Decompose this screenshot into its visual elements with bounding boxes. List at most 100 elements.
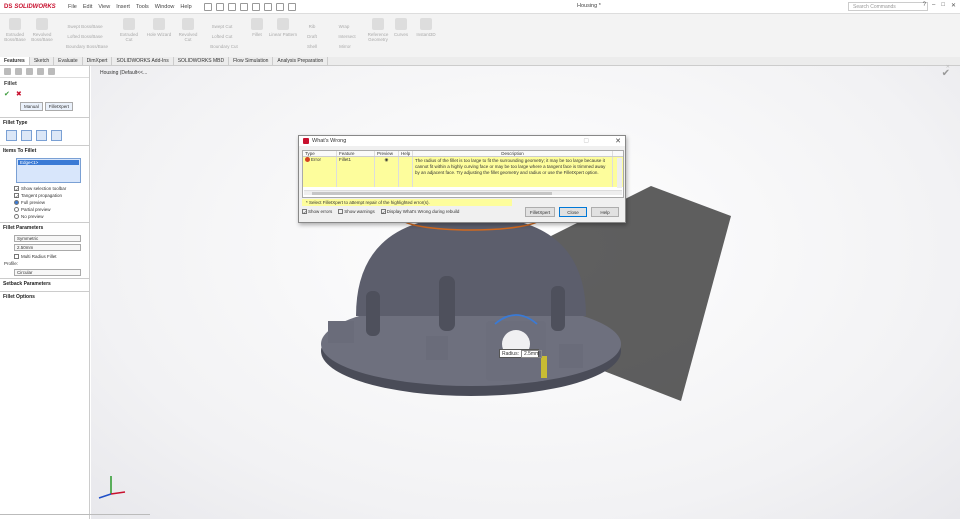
fillet-options-header[interactable]: Fillet Options <box>0 291 89 302</box>
partial-preview-radio[interactable]: Partial preview <box>0 206 89 213</box>
filletxpert-button[interactable]: FilletXpert <box>525 207 555 217</box>
search-commands-input[interactable]: Search Commands <box>848 2 928 11</box>
options-icon[interactable] <box>287 2 296 11</box>
display-manager-icon[interactable] <box>48 68 55 75</box>
print-icon[interactable] <box>239 2 248 11</box>
select-icon[interactable] <box>263 2 272 11</box>
extruded-boss-button[interactable]: Extruded Boss/Base <box>4 18 26 42</box>
tab-features[interactable]: Features <box>0 57 30 65</box>
full-preview-radio[interactable]: Full preview <box>0 199 89 206</box>
setback-parameters-header[interactable]: Setback Parameters <box>0 278 89 289</box>
instant3d-button[interactable]: Instant3D <box>414 18 438 37</box>
rebuild-icon[interactable] <box>275 2 284 11</box>
rib-button[interactable]: Rib <box>304 24 320 29</box>
tab-manual[interactable]: Manual <box>20 102 43 111</box>
full-round-fillet-icon[interactable] <box>51 130 62 141</box>
tangent-propagation-checkbox[interactable]: ✓ Tangent propagation <box>0 192 89 199</box>
profile-select[interactable]: Circular <box>14 269 81 276</box>
help-icon[interactable]: ? <box>923 2 926 9</box>
curves-button[interactable]: Curves <box>392 18 410 37</box>
swept-boss-button[interactable]: Swept Boss/Base <box>60 24 110 29</box>
graphics-area[interactable] <box>91 66 960 519</box>
tab-evaluate[interactable]: Evaluate <box>54 57 83 65</box>
dialog-close-icon[interactable]: ✕ <box>615 137 621 145</box>
linear-pattern-button[interactable]: Linear Pattern <box>266 18 300 37</box>
lofted-boss-button[interactable]: Lofted Boss/Base <box>60 34 110 39</box>
housing-model[interactable] <box>91 66 960 519</box>
tab-flow-simulation[interactable]: Flow Simulation <box>229 57 274 65</box>
tab-analysis-preparation[interactable]: Analysis Preparation <box>273 57 329 65</box>
radius-callout-value[interactable]: 2.5mm <box>520 350 543 358</box>
wrap-button[interactable]: Wrap <box>334 24 354 29</box>
lofted-cut-button[interactable]: Lofted Cut <box>204 34 240 39</box>
revolved-boss-button[interactable]: Revolved Boss/Base <box>30 18 54 42</box>
fillet-type-header[interactable]: Fillet Type <box>0 117 89 128</box>
list-item[interactable]: Edge<1> <box>18 160 79 165</box>
tab-mbd[interactable]: SOLIDWORKS MBD <box>174 57 230 65</box>
column-feature[interactable]: Feature <box>337 151 375 156</box>
intersect-button[interactable]: Intersect <box>334 34 360 39</box>
ok-icon[interactable]: ✔ <box>4 91 10 98</box>
boundary-boss-button[interactable]: Boundary Boss/Base <box>60 44 114 49</box>
menu-file[interactable]: File <box>68 4 77 10</box>
column-help[interactable]: Help <box>399 151 413 156</box>
menu-tools[interactable]: Tools <box>136 4 149 10</box>
menu-view[interactable]: View <box>98 4 110 10</box>
reference-geometry-button[interactable]: Reference Geometry <box>364 18 392 42</box>
show-errors-checkbox[interactable]: ✓Show errors <box>302 209 332 215</box>
radius-input[interactable]: 2.50mm <box>14 244 81 251</box>
face-fillet-icon[interactable] <box>36 130 47 141</box>
property-manager-icon[interactable] <box>15 68 22 75</box>
display-on-rebuild-checkbox[interactable]: ✓Display What's Wrong during rebuild <box>380 209 459 215</box>
tab-addins[interactable]: SOLIDWORKS Add-Ins <box>112 57 174 65</box>
variable-fillet-icon[interactable] <box>21 130 32 141</box>
revolved-cut-button[interactable]: Revolved Cut <box>176 18 200 42</box>
menu-window[interactable]: Window <box>155 4 175 10</box>
horizontal-scrollbar[interactable] <box>304 190 622 195</box>
confirmation-corner-ok-icon[interactable]: ✔ <box>942 68 950 79</box>
menu-edit[interactable]: Edit <box>83 4 92 10</box>
save-icon[interactable] <box>227 2 236 11</box>
new-icon[interactable] <box>203 2 212 11</box>
fillet-parameters-header[interactable]: Fillet Parameters <box>0 222 89 233</box>
feature-tree-flyout[interactable]: Housing (Default<<... <box>100 70 147 76</box>
close-icon[interactable]: ✕ <box>951 2 956 9</box>
show-toolbar-checkbox[interactable]: ✓ Show selection toolbar <box>0 185 89 192</box>
feature-tree-icon[interactable] <box>4 68 11 75</box>
scrollbar-thumb[interactable] <box>312 192 552 195</box>
vertical-scrollbar[interactable] <box>617 158 622 188</box>
constant-fillet-icon[interactable] <box>6 130 17 141</box>
configuration-manager-icon[interactable] <box>26 68 33 75</box>
fillet-method-select[interactable]: Symmetric <box>14 235 81 242</box>
table-row[interactable]: Error Fillet1 ◉ The radius of the fillet… <box>303 157 623 187</box>
cancel-icon[interactable]: ✖ <box>16 91 22 98</box>
solidworks-logo[interactable]: DS SOLIDWORKS <box>0 4 62 10</box>
preview-eye-icon[interactable]: ◉ <box>375 157 399 187</box>
tab-dimxpert[interactable]: DimXpert <box>83 57 113 65</box>
undo-icon[interactable] <box>251 2 260 11</box>
tab-sketch[interactable]: Sketch <box>30 57 55 65</box>
radius-callout[interactable]: Radius: 2.5mm <box>499 349 543 358</box>
tab-filletxpert[interactable]: FilletXpert <box>44 102 74 111</box>
maximize-icon[interactable]: □ <box>941 2 945 9</box>
swept-cut-button[interactable]: Swept Cut <box>204 24 240 29</box>
hole-wizard-button[interactable]: Hole Wizard <box>144 18 174 37</box>
open-icon[interactable] <box>215 2 224 11</box>
help-button[interactable]: Help <box>591 207 619 217</box>
menu-help[interactable]: Help <box>180 4 191 10</box>
draft-button[interactable]: Draft <box>304 34 320 39</box>
close-button[interactable]: Close <box>559 207 587 217</box>
dimxpert-manager-icon[interactable] <box>37 68 44 75</box>
fillet-button[interactable]: Fillet <box>250 18 264 37</box>
boundary-cut-button[interactable]: Boundary Cut <box>204 44 244 49</box>
items-to-fillet-list[interactable]: Edge<1> <box>16 158 81 183</box>
menu-insert[interactable]: Insert <box>116 4 130 10</box>
minimize-icon[interactable]: – <box>932 2 935 9</box>
no-preview-radio[interactable]: No preview <box>0 213 89 220</box>
column-preview[interactable]: Preview <box>375 151 399 156</box>
dialog-maximize-icon[interactable]: ▢ <box>583 137 589 144</box>
extruded-cut-button[interactable]: Extruded Cut <box>118 18 140 42</box>
shell-button[interactable]: Shell <box>304 44 320 49</box>
column-type[interactable]: Type <box>303 151 337 156</box>
mirror-button[interactable]: Mirror <box>334 44 356 49</box>
